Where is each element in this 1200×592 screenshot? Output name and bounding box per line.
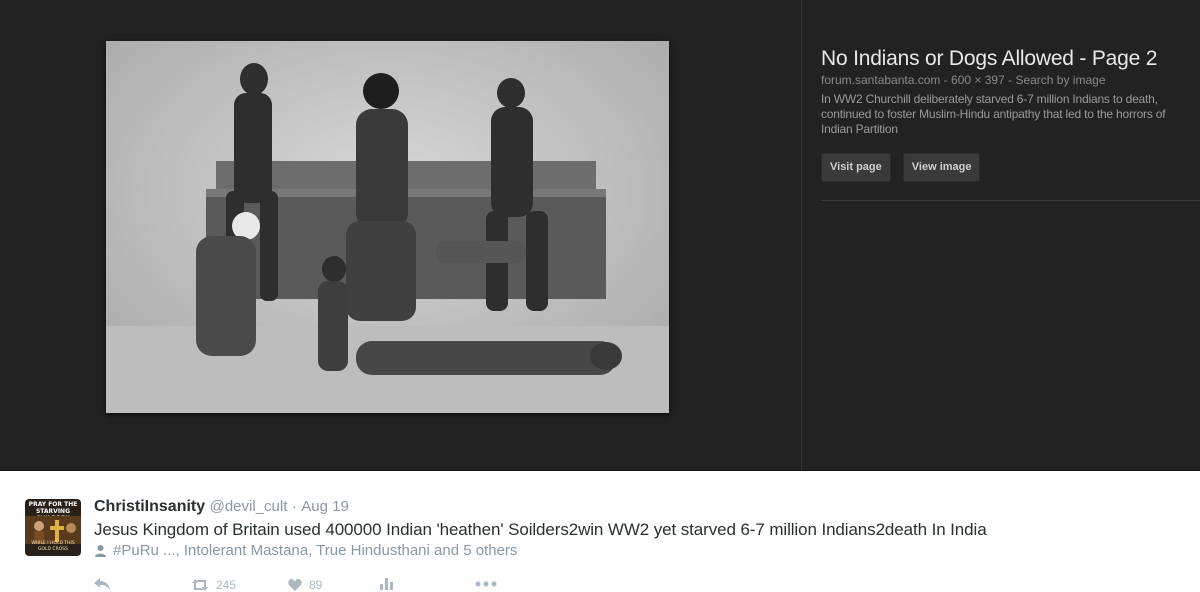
tweet-context[interactable]: #PuRu ..., Intolerant Mastana, True Hind… [94,542,517,559]
preview-image[interactable] [106,41,669,413]
view-image-button[interactable]: View image [902,153,981,182]
tweet-author-handle[interactable]: @devil_cult [210,498,288,515]
heart-icon [288,579,302,591]
tweet-separator: · [291,498,297,515]
result-meta: forum.santabanta.com - 600 × 397 - Searc… [821,73,1106,87]
tweet-author-name[interactable]: ChristiInsanity [94,498,205,515]
avatar[interactable]: PRAY FOR THE STARVING CHILDREN WHILE I H… [25,499,81,556]
info-separator [821,200,1200,201]
more-button[interactable] [475,578,497,590]
person-icon [95,545,106,557]
reply-icon [94,578,110,590]
result-info: No Indians or Dogs Allowed - Page 2 foru… [821,46,1193,182]
result-title[interactable]: No Indians or Dogs Allowed - Page 2 [821,46,1193,72]
avatar-graphic [25,516,81,544]
tweet-context-text: #PuRu ..., Intolerant Mastana, True Hind… [113,542,518,559]
tweet-date[interactable]: Aug 19 [301,498,349,515]
visit-page-button[interactable]: Visit page [821,153,891,182]
preview-photo-graphic [106,41,669,413]
like-count: 89 [309,578,323,592]
like-button[interactable]: 89 [287,578,322,592]
panel-divider [801,0,802,471]
retweet-button[interactable]: 245 [190,578,236,592]
more-icon [475,581,497,587]
analytics-icon [380,578,393,590]
retweet-icon [192,579,208,591]
result-description: In WW2 Churchill deliberately starved 6-… [821,92,1166,136]
tweet-header: ChristiInsanity @devil_cult · Aug 19 [94,498,349,516]
tweet[interactable]: PRAY FOR THE STARVING CHILDREN WHILE I H… [0,472,1200,592]
avatar-caption-bottom: WHILE I HOLD THIS GOLD CROSS [31,541,75,552]
tweet-text: Jesus Kingdom of Britain used 400000 Ind… [94,520,987,539]
analytics-button[interactable] [380,578,394,590]
retweet-count: 245 [216,578,237,592]
image-preview-panel: No Indians or Dogs Allowed - Page 2 foru… [0,0,1200,471]
reply-button[interactable] [94,578,110,590]
result-actions: Visit page View image [821,153,1193,182]
